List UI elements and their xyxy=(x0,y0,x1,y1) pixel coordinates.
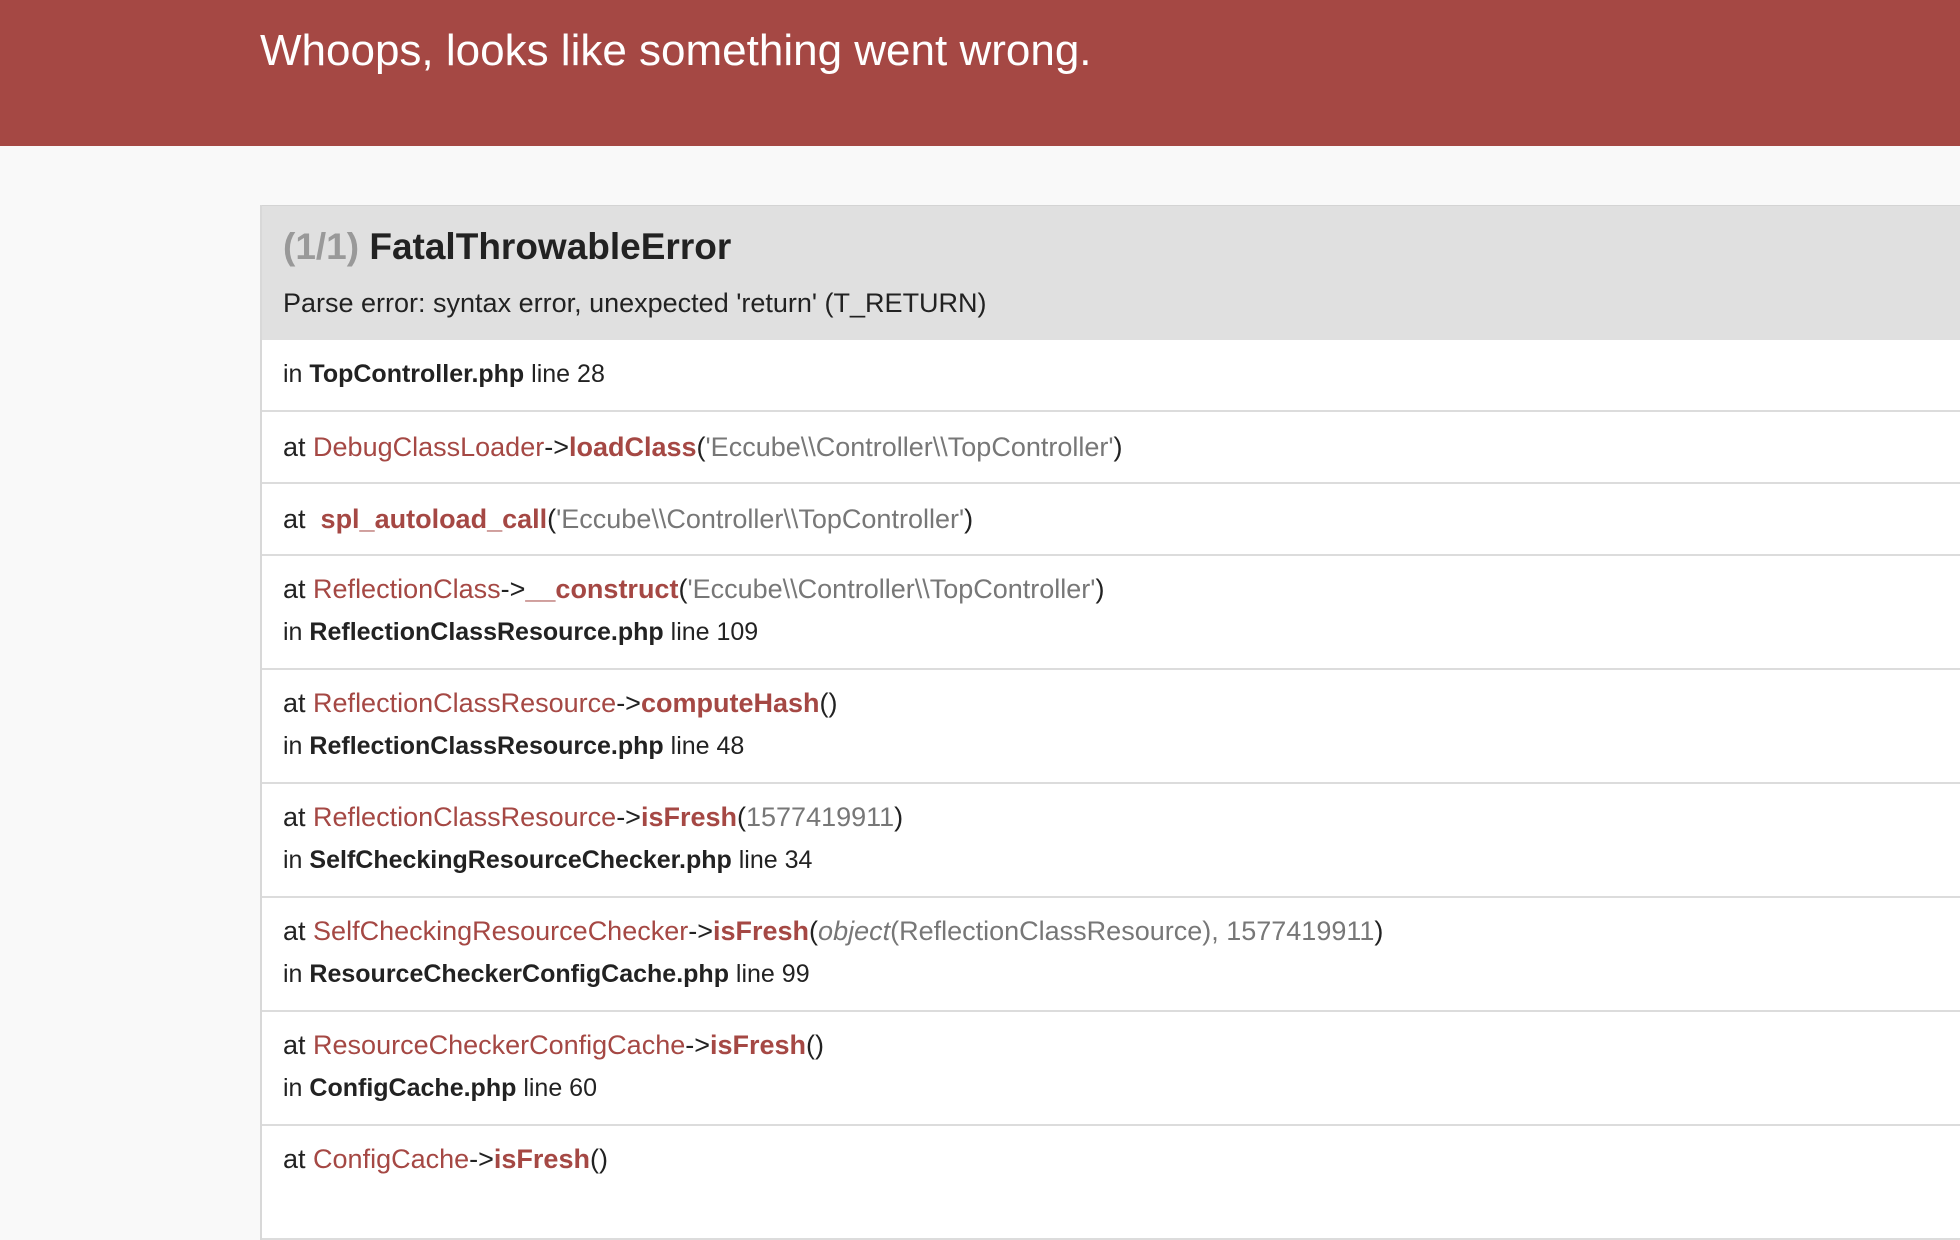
frame-file: ConfigCache.php xyxy=(309,1074,517,1102)
frame-open: ( xyxy=(547,504,557,534)
frame-close: ) xyxy=(1113,432,1123,462)
frame-close: ) xyxy=(828,688,838,718)
frame-file: ReflectionClassResource.php xyxy=(309,732,664,760)
frame-args: 1577419911 xyxy=(746,802,895,832)
stack-trace: in TopController.php line 28 at DebugCla… xyxy=(262,340,1960,1240)
trace-frame: at SelfCheckingResourceChecker->isFresh(… xyxy=(262,898,1960,1012)
frame-open: ( xyxy=(819,688,829,718)
exception-panel: (1/1) FatalThrowableError Parse error: s… xyxy=(260,205,1960,1240)
frame-at: at xyxy=(283,432,306,462)
frame-line: line 48 xyxy=(670,732,745,760)
frame-function: computeHash xyxy=(640,688,820,718)
frame-file: ResourceCheckerConfigCache.php xyxy=(309,960,729,988)
frame-function: isFresh xyxy=(493,1144,590,1174)
frame-close: ) xyxy=(815,1030,825,1060)
frame-arrow: -> xyxy=(500,574,526,604)
frame-close: ) xyxy=(1095,574,1105,604)
frame-close: ) xyxy=(964,504,974,534)
frame-line: line 34 xyxy=(738,846,813,874)
frame-function: spl_autoload_call xyxy=(320,504,548,534)
frame-in: in xyxy=(283,846,303,874)
frame-at: at xyxy=(283,802,306,832)
frame-open: ( xyxy=(589,1144,599,1174)
trace-frame: at ConfigCache->isFresh() xyxy=(262,1126,1960,1240)
frame-in: in xyxy=(283,1074,303,1102)
location-prefix: in xyxy=(283,360,303,388)
frame-at: at xyxy=(283,574,306,604)
error-header: Whoops, looks like something went wrong. xyxy=(0,0,1960,146)
frame-function: loadClass xyxy=(568,432,697,462)
frame-open: ( xyxy=(809,916,819,946)
frame-in: in xyxy=(283,960,303,988)
frame-line: line 109 xyxy=(670,618,759,646)
frame-arrow: -> xyxy=(616,688,641,718)
frame-open: ( xyxy=(737,802,746,832)
trace-frame: at ReflectionClassResource->isFresh(1577… xyxy=(262,784,1960,898)
frame-arrow: -> xyxy=(616,802,641,832)
frame-args: 'Eccube\\Controller\\TopController' xyxy=(556,504,965,534)
frame-at: at xyxy=(283,504,306,534)
frame-class: SelfCheckingResourceChecker xyxy=(313,916,689,946)
frame-close: ) xyxy=(1374,916,1384,946)
frame-arrow: -> xyxy=(688,916,713,946)
frame-function: isFresh xyxy=(713,916,810,946)
frame-class: ResourceCheckerConfigCache xyxy=(313,1030,686,1060)
frame-in: in xyxy=(283,732,303,760)
frame-at: at xyxy=(283,688,306,718)
exception-header: (1/1) FatalThrowableError Parse error: s… xyxy=(262,205,1960,340)
frame-object: object xyxy=(818,916,891,946)
frame-args: (ReflectionClassResource), 1577419911 xyxy=(890,916,1375,946)
frame-class: ConfigCache xyxy=(313,1144,470,1174)
frame-class: DebugClassLoader xyxy=(313,432,545,462)
frame-line: line 60 xyxy=(523,1074,597,1102)
frame-args: 'Eccube\\Controller\\TopController' xyxy=(705,432,1114,462)
trace-frame: at ReflectionClass->__construct('Eccube\… xyxy=(262,556,1960,670)
location-file: TopController.php xyxy=(309,360,525,388)
trace-frame: at DebugClassLoader->loadClass('Eccube\\… xyxy=(262,412,1960,484)
trace-frame: at ReflectionClassResource->computeHash(… xyxy=(262,670,1960,784)
frame-close: ) xyxy=(598,1144,608,1174)
frame-in: in xyxy=(283,618,303,646)
frame-at: at xyxy=(283,1144,306,1174)
trace-location: in TopController.php line 28 xyxy=(262,340,1960,412)
page-title: Whoops, looks like something went wrong. xyxy=(260,26,1092,75)
frame-function: __construct xyxy=(525,574,679,604)
frame-at: at xyxy=(283,1030,306,1060)
exception-title: (1/1) FatalThrowableError xyxy=(283,226,731,268)
trace-frame: at spl_autoload_call('Eccube\\Controller… xyxy=(262,484,1960,556)
exception-count: (1/1) xyxy=(283,226,360,267)
frame-open: ( xyxy=(696,432,706,462)
frame-class: ReflectionClass xyxy=(313,574,501,604)
frame-arrow: -> xyxy=(685,1030,710,1060)
exception-class: FatalThrowableError xyxy=(369,226,732,267)
frame-class: ReflectionClassResource xyxy=(313,688,617,718)
frame-arrow: -> xyxy=(469,1144,494,1174)
frame-function: isFresh xyxy=(640,802,737,832)
frame-args: 'Eccube\\Controller\\TopController' xyxy=(687,574,1096,604)
trace-frame: at ResourceCheckerConfigCache->isFresh()… xyxy=(262,1012,1960,1126)
frame-file: ReflectionClassResource.php xyxy=(309,618,664,646)
frame-at: at xyxy=(283,916,306,946)
frame-line: line 99 xyxy=(735,960,810,988)
frame-arrow: -> xyxy=(544,432,569,462)
frame-function: isFresh xyxy=(710,1030,807,1060)
frame-close: ) xyxy=(894,802,904,832)
frame-file: SelfCheckingResourceChecker.php xyxy=(309,846,732,874)
frame-class: ReflectionClassResource xyxy=(313,802,617,832)
location-line: line 28 xyxy=(531,360,605,388)
frame-open: ( xyxy=(806,1030,816,1060)
exception-message: Parse error: syntax error, unexpected 'r… xyxy=(283,288,987,318)
